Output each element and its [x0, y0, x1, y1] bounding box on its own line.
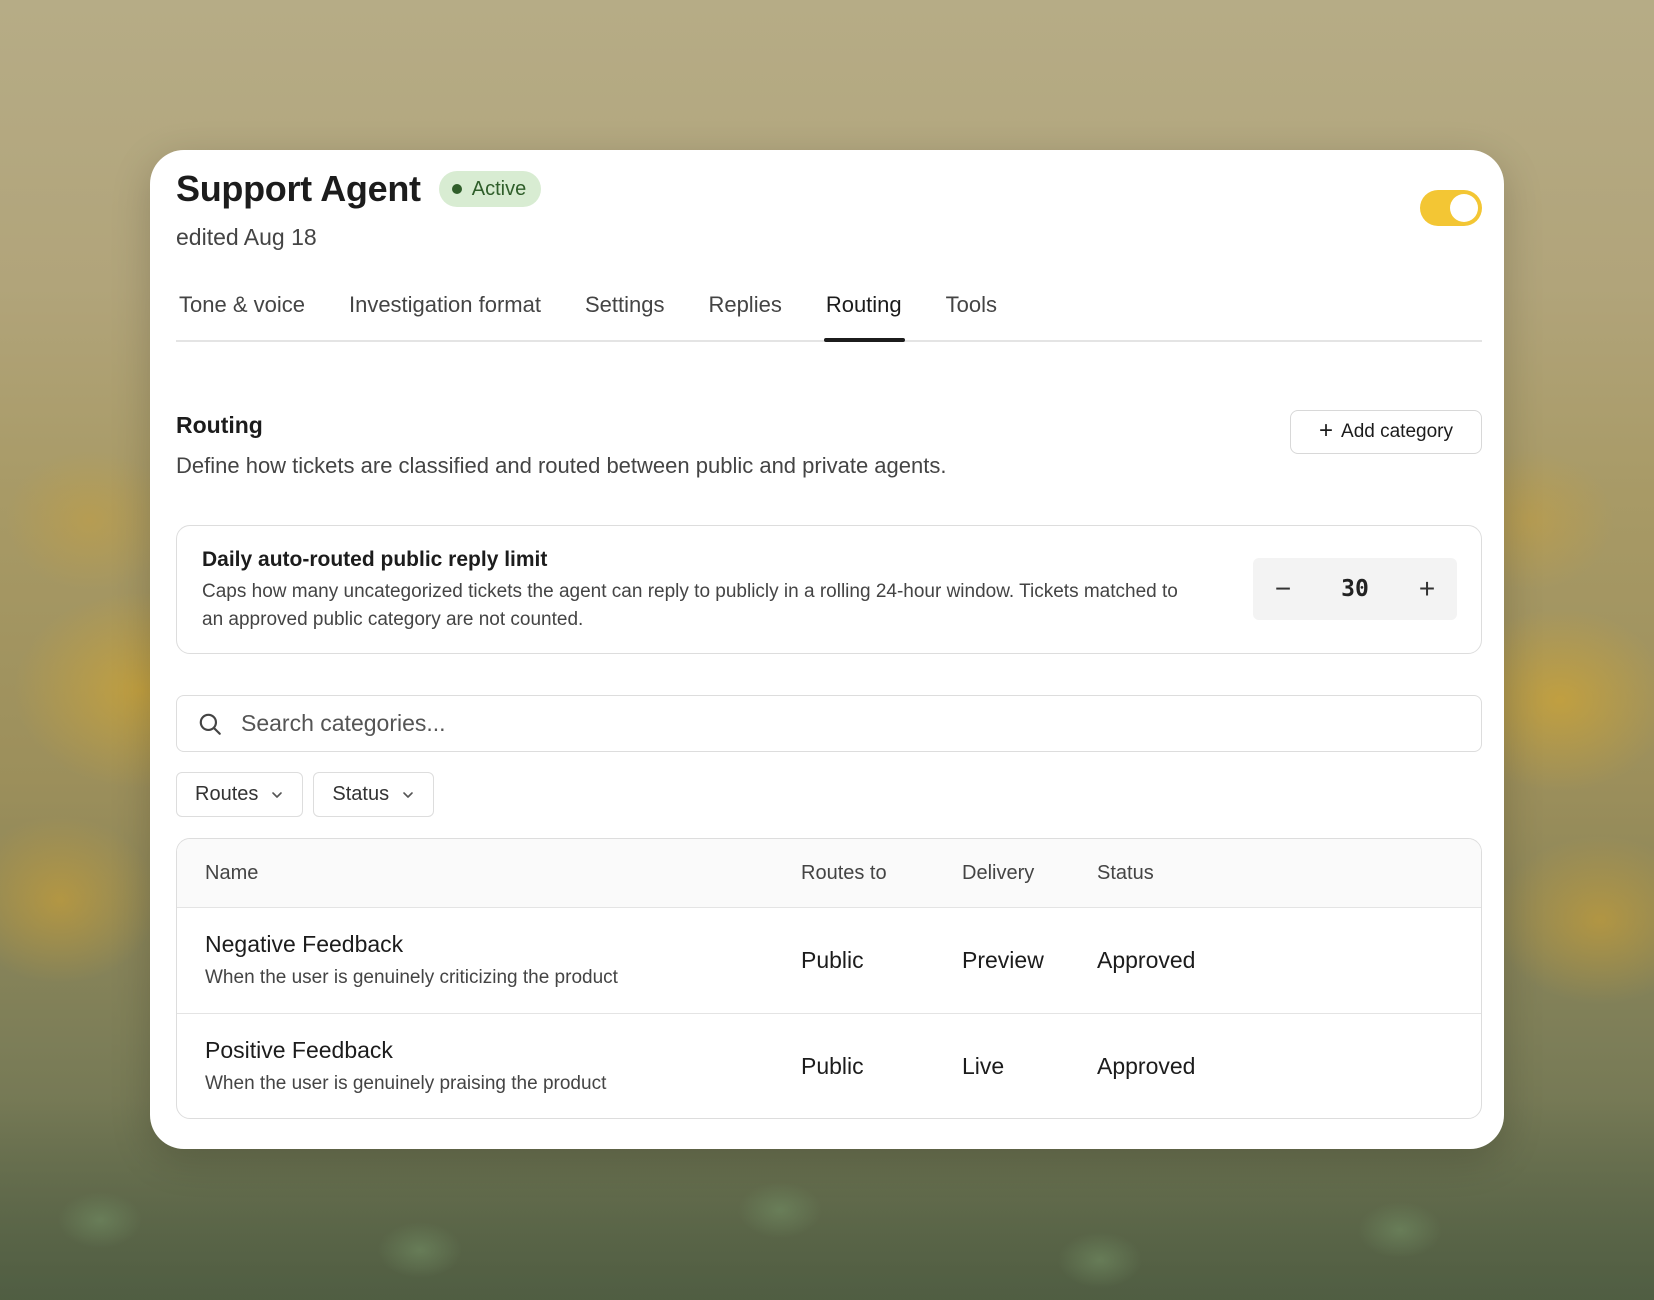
agent-enabled-toggle[interactable]	[1420, 190, 1482, 226]
filter-bar: Routes Status	[176, 772, 444, 817]
table-row[interactable]: Negative Feedback When the user is genui…	[177, 908, 1481, 1014]
chevron-down-icon	[403, 791, 413, 798]
tab-tools[interactable]: Tools	[946, 284, 997, 340]
section-description: Define how tickets are classified and ro…	[176, 453, 947, 478]
column-header-name[interactable]: Name	[205, 862, 258, 885]
agent-panel: Support Agent Active edited Aug 18 Tone …	[150, 150, 1504, 1149]
table-row[interactable]: Positive Feedback When the user is genui…	[177, 1014, 1481, 1118]
category-name: Positive Feedback	[205, 1037, 393, 1063]
tab-replies[interactable]: Replies	[708, 284, 781, 340]
edited-date: edited Aug 18	[176, 224, 317, 250]
tab-routing[interactable]: Routing	[823, 284, 905, 342]
table-header: Name Routes to Delivery Status	[177, 839, 1481, 908]
routing-section-header: Routing Define how tickets are classifie…	[176, 410, 1482, 490]
increment-button[interactable]: +	[1397, 575, 1457, 603]
decrement-button[interactable]: −	[1253, 575, 1313, 603]
routes-to-cell: Public	[801, 947, 864, 973]
limit-stepper: − 30 +	[1253, 558, 1457, 620]
routes-to-cell: Public	[801, 1053, 864, 1079]
add-category-button[interactable]: + Add category	[1290, 410, 1482, 454]
column-header-delivery[interactable]: Delivery	[962, 862, 1034, 885]
status-cell: Approved	[1097, 947, 1196, 973]
agent-title: Support Agent	[176, 168, 421, 209]
panel-header: Support Agent Active edited Aug 18	[176, 168, 1482, 258]
status-filter-label: Status	[332, 783, 390, 805]
column-header-routes-to[interactable]: Routes to	[801, 862, 887, 885]
tab-bar: Tone & voice Investigation format Settin…	[176, 284, 1482, 342]
search-bar	[176, 695, 1482, 752]
categories-table: Name Routes to Delivery Status Negative …	[176, 838, 1482, 1119]
delivery-cell: Live	[962, 1053, 1005, 1079]
section-title: Routing	[176, 412, 263, 438]
status-filter-dropdown[interactable]: Status	[313, 772, 435, 817]
search-icon	[199, 713, 221, 735]
status-badge: Active	[438, 171, 542, 207]
routes-filter-dropdown[interactable]: Routes	[176, 772, 304, 817]
category-description: When the user is genuinely praising the …	[205, 1073, 607, 1094]
delivery-cell: Preview	[962, 947, 1044, 973]
plus-icon: +	[1319, 417, 1334, 444]
category-description: When the user is genuinely criticizing t…	[205, 967, 618, 988]
category-name: Negative Feedback	[205, 931, 404, 957]
limit-title: Daily auto-routed public reply limit	[202, 548, 548, 571]
tab-settings[interactable]: Settings	[585, 284, 665, 340]
toggle-knob	[1450, 194, 1478, 222]
status-cell: Approved	[1097, 1053, 1196, 1079]
tab-investigation-format[interactable]: Investigation format	[349, 284, 541, 340]
reply-limit-card: Daily auto-routed public reply limit Cap…	[176, 525, 1482, 654]
column-header-status[interactable]: Status	[1097, 862, 1154, 885]
routes-filter-label: Routes	[195, 783, 259, 805]
status-dot-icon	[451, 184, 462, 194]
add-category-label: Add category	[1341, 421, 1453, 442]
chevron-down-icon	[272, 791, 283, 798]
tab-tone-voice[interactable]: Tone & voice	[179, 284, 305, 340]
limit-value[interactable]: 30	[1313, 576, 1397, 602]
limit-description: Caps how many uncategorized tickets the …	[202, 581, 1178, 630]
search-input[interactable]	[239, 709, 1343, 738]
status-badge-label: Active	[471, 177, 527, 200]
